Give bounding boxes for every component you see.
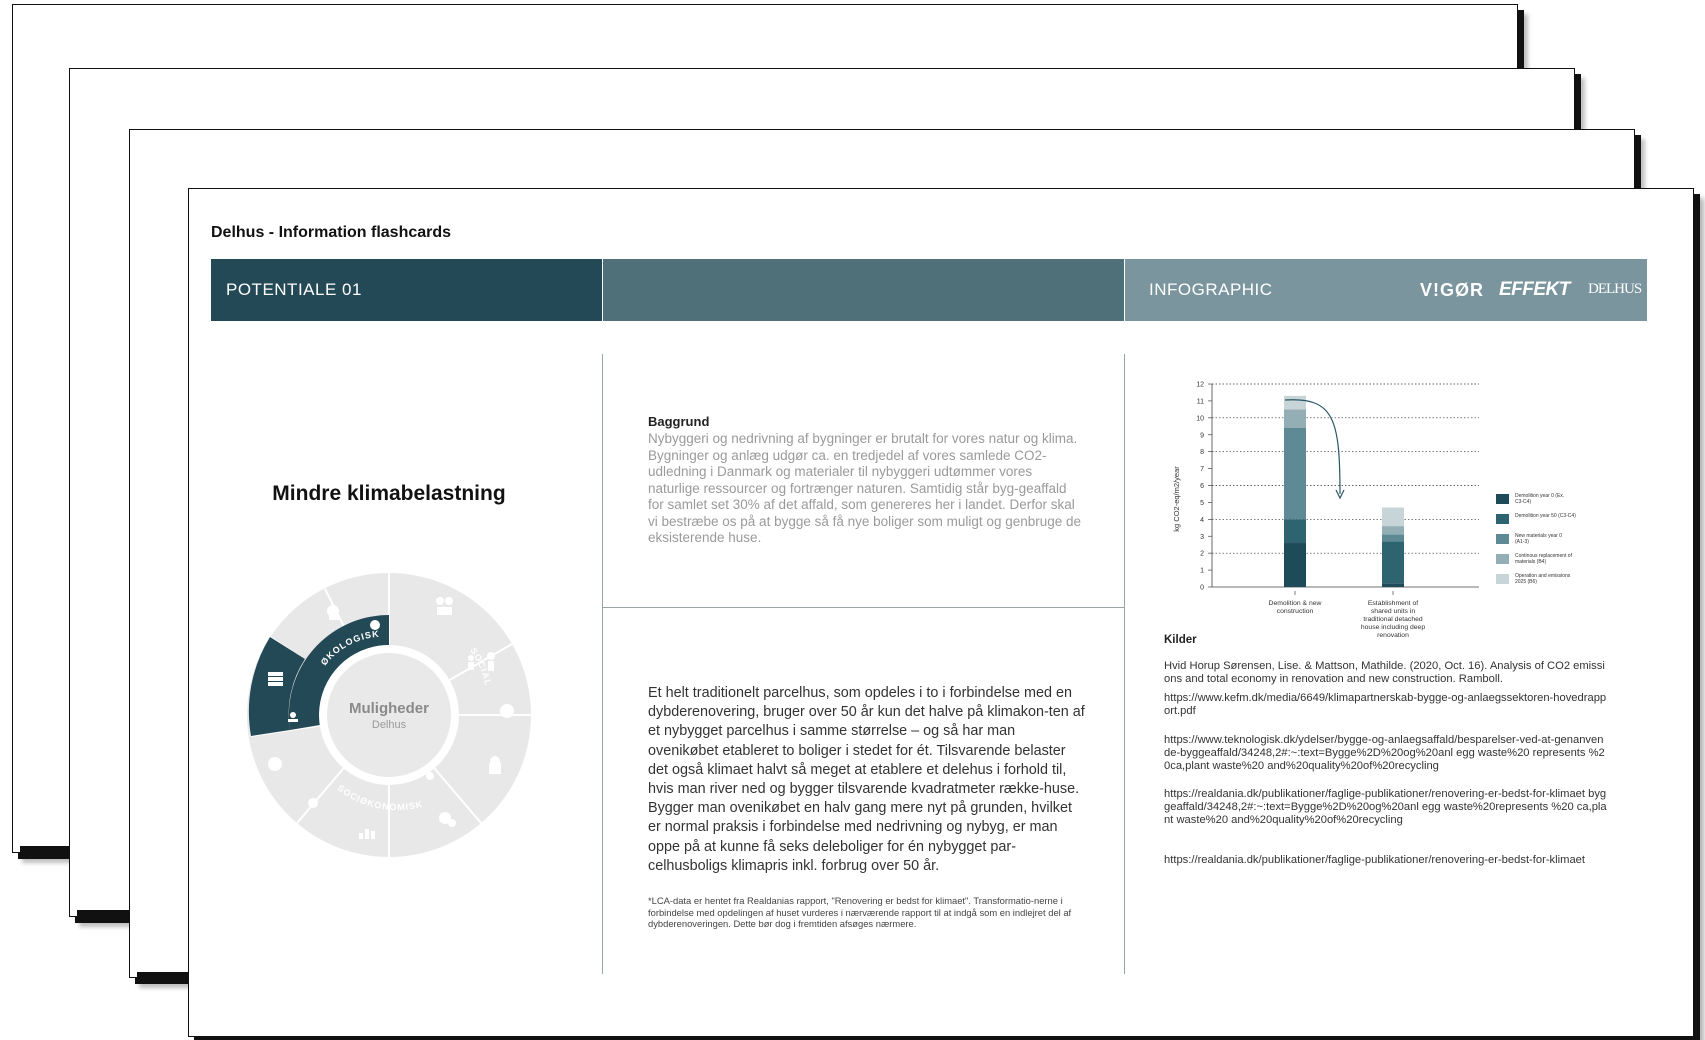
legend-entry: Continous replacement of materials (B4) [1515,553,1573,565]
chart-bar-segment [1382,583,1404,587]
legend-entry: Demolition year 0 (Ex. C3-C4) [1515,493,1564,505]
flashcard-front: Delhus - Information flashcards POTENTIA… [188,188,1694,1037]
chart-bar-segment [1382,526,1404,535]
header-band-potential: POTENTIALE 01 [211,259,602,321]
chart-bar-segment [1284,543,1306,587]
column-divider-right [1124,354,1125,974]
card-2-tab [77,910,137,917]
sun-icon [308,798,318,808]
legend-entry: New materials year 0 (A1-3) [1515,533,1562,545]
chart-category-label: Demolition & new construction [1269,600,1322,615]
chart-bar-segment [1382,507,1404,527]
background-heading: Baggrund [648,414,710,429]
opportunity-wheel: Muligheder Delhus ØKOLOGISK SOCIAL SOCIØ… [247,573,531,857]
legend-swatch [1496,554,1509,564]
recycle-icon [426,772,434,780]
source-item-2[interactable]: https://www.kefm.dk/media/6649/klimapart… [1164,692,1609,718]
logo-delhus: DELHUS [1588,281,1642,297]
legend-swatch [1496,534,1509,544]
chart-y-tick-label: 11 [1197,398,1204,405]
chart-y-tick-label: 7 [1200,466,1204,473]
background-text: Nybyggeri og nedrivning af bygninger er … [648,431,1082,545]
house-plant-icon [489,756,501,774]
infographic-label: INFOGRAPHIC [1149,280,1273,299]
tree-icon [370,620,380,630]
chart-category-label: Establishment of shared units in tradition… [1361,600,1425,639]
community-icon [500,704,514,718]
header-band-infographic: INFOGRAPHIC V!GØR EFFEKT DELHUS [1125,259,1647,321]
legend-swatch [1496,494,1509,504]
legend-swatch [1496,574,1509,584]
legend-entry: Demolition year 50 (C3-C4) [1515,513,1576,519]
header-band-middle [603,259,1124,321]
potential-label: POTENTIALE 01 [226,280,362,299]
chart-y-tick-label: 4 [1200,517,1204,524]
card-title: Delhus - Information flashcards [211,224,452,241]
chart-bar-segment [1284,395,1306,410]
family-icon [468,655,474,670]
chart-y-tick-label: 10 [1196,415,1204,422]
chart-bar-segment [1284,427,1306,520]
chart-y-tick-label: 6 [1200,483,1204,490]
legend-swatch [1496,514,1509,524]
source-item-1: Hvid Horup Sørensen, Lise. & Mattson, Ma… [1164,660,1605,685]
chart-y-tick-label: 3 [1200,534,1204,541]
source-item-5[interactable]: https://realdania.dk/publikationer/fagli… [1164,854,1609,867]
legend-entry: Operation and emissions 2025 (B6) [1515,573,1571,585]
person-child-icon [487,652,495,671]
chart-bar-segment [1382,534,1404,542]
chart-bar-segment [1284,409,1306,428]
chart-y-tick-label: 0 [1200,585,1204,592]
wheel-center-title: Muligheder [349,700,429,717]
sources-heading: Kilder [1164,634,1197,646]
chart-y-axis-label: kg CO2-eq/m2/year [1172,466,1181,532]
main-body-text: Et helt traditionelt parcelhus, som opde… [648,685,1085,874]
footnote: *LCA-data er hentet fra Realdanias rappo… [648,895,1072,929]
chart-bar-segment [1382,541,1404,584]
chart-y-tick-label: 12 [1196,382,1204,389]
middle-row-divider [603,607,1124,608]
logo-effekt: EFFEKT [1499,279,1570,300]
chart-y-tick-label: 2 [1200,551,1204,558]
chart-y-tick-label: 9 [1200,432,1204,439]
co2-emissions-chart: kg CO2-eq/m2/year 0123456789101112 Demol… [1172,382,1576,640]
source-item-4[interactable]: https://realdania.dk/publikationer/fagli… [1164,788,1609,827]
chart-y-tick-label: 8 [1200,449,1204,456]
wheel-center-subtitle: Delhus [372,719,407,731]
piggy-bank-icon [268,757,282,771]
building-stack-icon [268,672,283,686]
chart-y-tick-label: 1 [1200,568,1204,575]
chart-bar-segment [1284,519,1306,544]
source-item-3[interactable]: https://www.teknologisk.dk/ydelser/bygge… [1164,734,1609,773]
column-divider-left [602,354,603,974]
section-heading: Mindre klimabelastning [272,482,506,505]
chart-y-tick-label: 5 [1200,500,1204,507]
logo-vigor: V!GØR [1420,280,1485,300]
